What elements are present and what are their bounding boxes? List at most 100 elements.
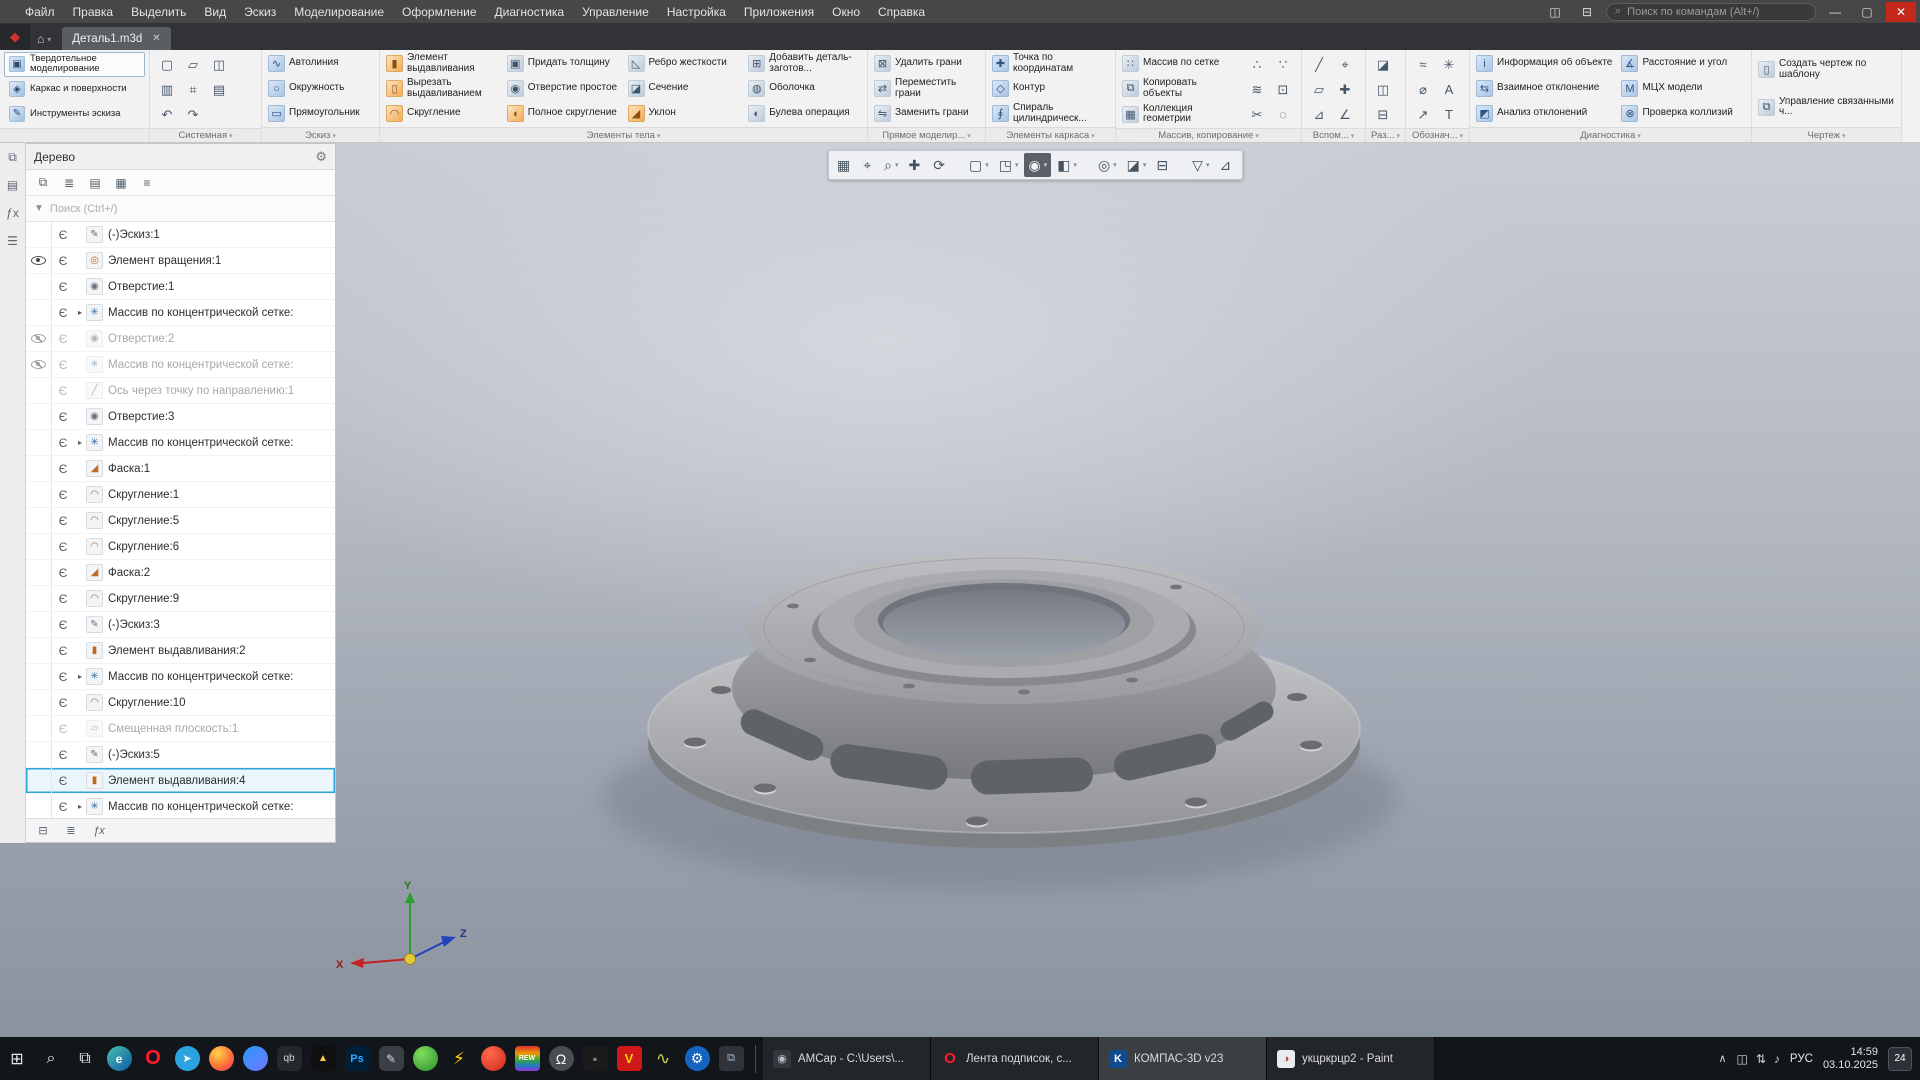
fit-view-icon[interactable]: ▢▾	[965, 153, 993, 177]
ribbon-section-notes[interactable]: Обознач...	[1406, 128, 1469, 142]
ribbon-button[interactable]: ◺Ребро жесткости	[626, 51, 743, 76]
red-browser-icon[interactable]	[476, 1037, 510, 1080]
close-button[interactable]: ✕	[1886, 2, 1916, 22]
omega-app-icon[interactable]: Ω	[544, 1037, 578, 1080]
tree-search[interactable]: ▼	[26, 196, 335, 222]
tree-grid-icon[interactable]: ▦	[110, 173, 132, 193]
ribbon-button[interactable]: ◇Контур	[990, 76, 1111, 101]
tray-expand-icon[interactable]: ∧	[1718, 1052, 1726, 1065]
clock[interactable]: 14:59 03.10.2025	[1823, 1046, 1878, 1072]
construction-axis-icon[interactable]: ╱	[1308, 54, 1330, 75]
menu-item[interactable]: Эскиз	[235, 0, 285, 24]
ribbon-button[interactable]: ▣Придать толщину	[505, 51, 622, 76]
tree-item[interactable]: ◠ Скругление:6	[26, 534, 335, 560]
tree-item[interactable]: ▱ Смещенная плоскость:1	[26, 716, 335, 742]
redo-icon[interactable]: ↷	[182, 104, 204, 125]
hide-show-objects-icon[interactable]: ◉▾	[1024, 153, 1051, 177]
ribbon-button[interactable]: MМЦХ модели	[1619, 76, 1747, 101]
roughness-icon[interactable]: ≈	[1412, 54, 1434, 75]
model-3d-part[interactable]	[602, 552, 1398, 890]
orientation-cube-icon[interactable]: ◳▾	[995, 153, 1023, 177]
ribbon-button[interactable]: ◐Булева операция	[746, 101, 863, 126]
green-app-icon[interactable]	[408, 1037, 442, 1080]
ribbon-button[interactable]: ◪Сечение	[626, 76, 743, 101]
rew-app-icon[interactable]: REW	[510, 1037, 544, 1080]
tree-item[interactable]: ╱ Ось через точку по направлению:1	[26, 378, 335, 404]
ribbon-section-frame[interactable]: Элементы каркаса	[986, 127, 1115, 142]
ribbon-section-sketch[interactable]: Эскиз	[262, 127, 379, 142]
fx-variables-tab[interactable]: ƒx	[88, 821, 110, 840]
undo-icon[interactable]: ↶	[156, 104, 178, 125]
tray-network-icon[interactable]: ⇅	[1756, 1052, 1766, 1066]
tree-item[interactable]: ◠ Скругление:10	[26, 690, 335, 716]
menu-item[interactable]: Справка	[869, 0, 934, 24]
tree-item[interactable]: ▸ ✳ Массив по концентрической сетке:	[26, 794, 335, 818]
tree-tab-model-icon[interactable]: ⊟	[32, 821, 54, 840]
tree-history-icon[interactable]: ▤	[84, 173, 106, 193]
panel-parameters-icon[interactable]: ▤	[3, 175, 23, 195]
ribbon-button[interactable]: ✚Точка по координатам	[990, 51, 1111, 76]
tree-item[interactable]: ✎ (-)Эскиз:5	[26, 742, 335, 768]
construction-plane-icon[interactable]: ▱	[1308, 79, 1330, 100]
menu-item[interactable]: Выделить	[122, 0, 195, 24]
language-indicator[interactable]: РУС	[1790, 1053, 1813, 1065]
lightning-app-icon[interactable]: ⚡	[442, 1037, 476, 1080]
dual-monitor-icon[interactable]: ⧉	[714, 1037, 748, 1080]
ribbon-button[interactable]: ⊗Проверка коллизий	[1619, 101, 1747, 126]
tree-item[interactable]: ◠ Скругление:9	[26, 586, 335, 612]
tree-composition-icon[interactable]: ≣	[58, 173, 80, 193]
ribbon-button[interactable]: ▦Коллекция геометрии	[1120, 102, 1240, 127]
menu-item[interactable]: Приложения	[735, 0, 823, 24]
menu-item[interactable]: Оформление	[393, 0, 485, 24]
tree-item[interactable]: ◠ Скругление:1	[26, 482, 335, 508]
panel-toggle-icon[interactable]: ◫	[1542, 2, 1568, 22]
ribbon-button[interactable]: iИнформация об объекте	[1474, 51, 1615, 76]
ribbon-mode-toggle[interactable]: ◈Каркас и поверхности	[4, 77, 145, 102]
visibility-eye-icon[interactable]	[31, 360, 46, 369]
taskbar-window-amcap[interactable]: ◉AMCap - C:\Users\...	[763, 1037, 931, 1080]
filter-icon[interactable]: ▼	[34, 203, 44, 214]
ribbon-mode-toggle[interactable]: ▣Твердотельное моделирование	[4, 52, 145, 77]
tray-display-icon[interactable]: ◫	[1737, 1052, 1748, 1066]
maximize-button[interactable]: ▢	[1854, 2, 1880, 22]
opera-icon[interactable]: O	[136, 1037, 170, 1080]
open-document-icon[interactable]: ▱	[182, 54, 204, 75]
note-star-icon[interactable]: ✳	[1438, 54, 1460, 75]
measure-icon[interactable]: ⊿	[1215, 153, 1238, 177]
leader-icon[interactable]: ↗	[1412, 104, 1434, 125]
print-icon[interactable]: ▥	[156, 79, 178, 100]
ribbon-section-diagnostics[interactable]: Диагностика	[1470, 127, 1751, 142]
ribbon-button[interactable]: ⧉Управление связанными ч...	[1756, 95, 1897, 120]
ribbon-button[interactable]: ▮Элемент выдавливания	[384, 51, 501, 76]
menu-item[interactable]: Вид	[195, 0, 235, 24]
move-copy-icon[interactable]: ◌	[1272, 104, 1294, 125]
tree-item[interactable]: ▸ ✳ Массив по концентрической сетке:	[26, 430, 335, 456]
tree-item[interactable]: ◉ Отверстие:3	[26, 404, 335, 430]
pen-tool-app-icon[interactable]: ✎	[374, 1037, 408, 1080]
command-search[interactable]: ⌕	[1606, 3, 1816, 21]
pan-tool-icon[interactable]: ✚	[904, 153, 927, 177]
ribbon-button[interactable]: ∮Спираль цилиндрическ...	[990, 101, 1111, 126]
ribbon-button[interactable]: ◉Отверстие простое	[505, 76, 622, 101]
search-button[interactable]: ⌕	[34, 1037, 68, 1080]
menu-item[interactable]: Файл	[16, 0, 64, 24]
delete-part-icon[interactable]: ⊟	[1372, 104, 1394, 125]
ribbon-section-system[interactable]: Системная	[150, 128, 261, 142]
tree-item[interactable]: ✳ Массив по концентрической сетке:	[26, 352, 335, 378]
document-tab[interactable]: Деталь1.m3d ✕	[62, 27, 170, 50]
filter-objects-icon[interactable]: ▽▾	[1188, 153, 1213, 177]
ribbon-button[interactable]: ◩Анализ отклонений	[1474, 101, 1615, 126]
array-concentric-icon[interactable]: ∴	[1246, 54, 1268, 75]
expand-arrow-icon[interactable]: ▸	[74, 802, 86, 811]
layout-toggle-icon[interactable]: ⊟	[1574, 2, 1600, 22]
tree-relations-icon[interactable]: ≡	[136, 173, 158, 193]
tree-item[interactable]: ◢ Фаска:1	[26, 456, 335, 482]
telegram-icon[interactable]: ➤	[170, 1037, 204, 1080]
task-view-button[interactable]: ⧉	[68, 1037, 102, 1080]
ribbon-section-body[interactable]: Элементы тела	[380, 127, 867, 142]
ribbon-button[interactable]: ∿Автолиния	[266, 51, 362, 76]
ribbon-button[interactable]: ▯Создать чертеж по шаблону	[1756, 57, 1897, 82]
taskbar-window-kompas[interactable]: KКОМПАС-3D v23	[1099, 1037, 1267, 1080]
shield-v-icon[interactable]: V	[612, 1037, 646, 1080]
ribbon-button[interactable]: ⇄Переместить грани	[872, 76, 981, 101]
